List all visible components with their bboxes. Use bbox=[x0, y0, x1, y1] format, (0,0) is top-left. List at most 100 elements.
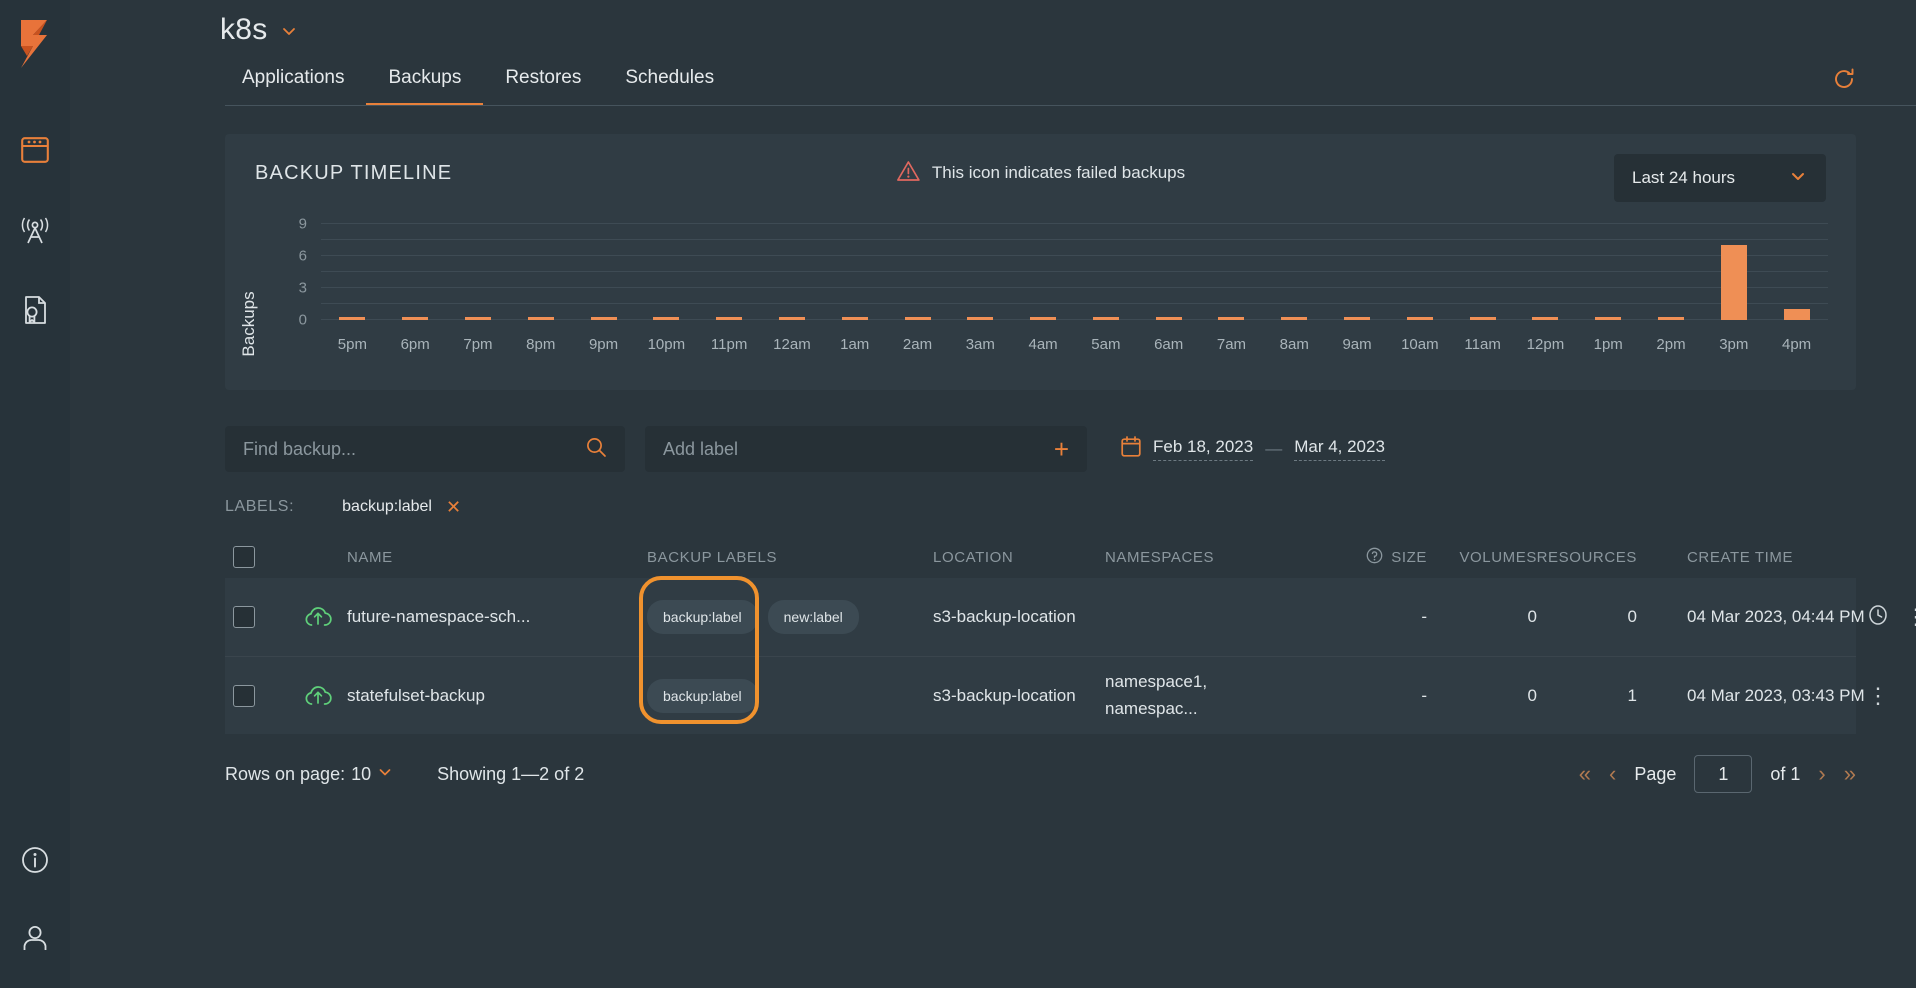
chart-bar[interactable] bbox=[1218, 317, 1244, 320]
chart-bar[interactable] bbox=[1344, 317, 1370, 320]
col-header-resources[interactable]: RESOURCES bbox=[1537, 549, 1637, 566]
sidebar-item-account[interactable] bbox=[13, 920, 57, 960]
tab-applications[interactable]: Applications bbox=[220, 67, 366, 106]
chart-bar[interactable] bbox=[1784, 309, 1810, 320]
rows-on-page-label: Rows on page: bbox=[225, 764, 345, 785]
chart-x-tick: 11am bbox=[1464, 336, 1500, 353]
info-circle-icon bbox=[20, 845, 50, 880]
chart-plot-area: 03695pm6pm7pm8pm9pm10pm11pm12am1am2am3am… bbox=[321, 224, 1828, 320]
kebab-menu-icon[interactable]: ⋮ bbox=[1867, 689, 1889, 702]
col-header-backup-labels[interactable]: BACKUP LABELS bbox=[647, 549, 933, 566]
tabs-bar: Applications Backups Restores Schedules bbox=[70, 52, 1916, 106]
backup-label-chip[interactable]: backup:label bbox=[647, 679, 758, 713]
chart-bar[interactable] bbox=[402, 317, 428, 320]
rows-on-page-select[interactable]: Rows on page: 10 bbox=[225, 764, 393, 785]
chart-bar[interactable] bbox=[842, 317, 868, 320]
chart-x-tick: 3pm bbox=[1719, 336, 1748, 353]
row-checkbox[interactable] bbox=[233, 606, 255, 628]
chart-bar[interactable] bbox=[591, 317, 617, 320]
chart-bar[interactable] bbox=[779, 317, 805, 320]
tab-schedules[interactable]: Schedules bbox=[603, 67, 736, 106]
add-label-box[interactable]: + bbox=[645, 426, 1087, 472]
sidebar-item-info[interactable] bbox=[13, 842, 57, 882]
row-select-cell bbox=[233, 685, 303, 707]
chart-bar[interactable] bbox=[653, 317, 679, 320]
date-range-picker[interactable]: Feb 18, 2023 — Mar 4, 2023 bbox=[1121, 436, 1385, 462]
date-to[interactable]: Mar 4, 2023 bbox=[1294, 437, 1385, 461]
search-input[interactable] bbox=[243, 439, 585, 460]
chart-x-tick: 4pm bbox=[1782, 336, 1811, 353]
chart-y-tick: 9 bbox=[299, 216, 307, 233]
chevron-left-icon[interactable]: ‹ bbox=[1609, 763, 1616, 785]
chart-bar[interactable] bbox=[465, 317, 491, 320]
chart-x-tick: 8pm bbox=[526, 336, 555, 353]
tab-restores[interactable]: Restores bbox=[483, 67, 603, 106]
chart-bar[interactable] bbox=[1658, 317, 1684, 320]
backup-label-chip[interactable]: new:label bbox=[768, 600, 859, 634]
tabs-divider bbox=[225, 105, 1916, 106]
col-header-namespaces[interactable]: NAMESPACES bbox=[1105, 549, 1317, 566]
table-row[interactable]: future-namespace-sch... backup:label new… bbox=[225, 578, 1856, 656]
chart-bar[interactable] bbox=[528, 317, 554, 320]
col-header-location[interactable]: LOCATION bbox=[933, 549, 1105, 566]
time-range-select[interactable]: Last 24 hours bbox=[1614, 154, 1826, 202]
refresh-icon[interactable] bbox=[1832, 67, 1856, 96]
chart-bar[interactable] bbox=[1030, 317, 1056, 320]
chevron-down-icon[interactable] bbox=[280, 22, 296, 38]
cloud-upload-icon bbox=[303, 604, 347, 630]
close-icon[interactable]: ✕ bbox=[446, 498, 461, 516]
chart-bar[interactable] bbox=[1595, 317, 1621, 320]
page-number-input[interactable] bbox=[1694, 755, 1752, 793]
tab-backups[interactable]: Backups bbox=[366, 67, 483, 106]
calendar-icon[interactable] bbox=[1121, 436, 1141, 462]
chart-bar[interactable] bbox=[1721, 245, 1747, 320]
main-content: k8s Applications Backups Restores Schedu… bbox=[70, 0, 1916, 988]
sidebar-item-reports[interactable] bbox=[13, 292, 57, 332]
kebab-menu-icon[interactable]: ⋮ bbox=[1905, 610, 1916, 623]
double-chevron-left-icon[interactable]: « bbox=[1579, 763, 1591, 785]
row-resources: 1 bbox=[1537, 686, 1637, 706]
sidebar-item-policies[interactable] bbox=[13, 212, 57, 252]
date-from[interactable]: Feb 18, 2023 bbox=[1153, 437, 1253, 461]
double-chevron-right-icon[interactable]: » bbox=[1844, 763, 1856, 785]
table-row[interactable]: statefulset-backup backup:label s3-backu… bbox=[225, 656, 1856, 734]
chart-bar[interactable] bbox=[1532, 317, 1558, 320]
clock-icon[interactable] bbox=[1867, 604, 1889, 631]
page-title: k8s bbox=[220, 13, 268, 47]
plus-icon[interactable]: + bbox=[1054, 436, 1069, 462]
backup-label-chip[interactable]: backup:label bbox=[647, 600, 758, 634]
chart-bar[interactable] bbox=[1281, 317, 1307, 320]
chart-bar[interactable] bbox=[1156, 317, 1182, 320]
col-header-size[interactable]: SIZE bbox=[1317, 547, 1427, 568]
col-header-create-time[interactable]: CREATE TIME bbox=[1637, 549, 1867, 566]
chart-bar[interactable] bbox=[339, 317, 365, 320]
add-label-input[interactable] bbox=[663, 439, 1044, 460]
row-volumes: 0 bbox=[1427, 686, 1537, 706]
col-header-size-label: SIZE bbox=[1391, 549, 1427, 566]
kasten-logo[interactable] bbox=[13, 16, 57, 72]
row-size: - bbox=[1317, 607, 1427, 627]
active-label-chip: backup:label ✕ bbox=[342, 498, 461, 516]
question-circle-icon[interactable] bbox=[1366, 547, 1383, 568]
sidebar-item-applications[interactable] bbox=[13, 132, 57, 172]
chart-bar[interactable] bbox=[716, 317, 742, 320]
page-total-label: of 1 bbox=[1770, 764, 1800, 785]
col-header-volumes[interactable]: VOLUMES bbox=[1427, 549, 1537, 566]
select-all-checkbox[interactable] bbox=[233, 546, 255, 568]
row-checkbox[interactable] bbox=[233, 685, 255, 707]
search-icon[interactable] bbox=[585, 436, 607, 463]
chevron-down-icon bbox=[377, 764, 393, 785]
col-header-name[interactable]: NAME bbox=[347, 549, 647, 566]
chart-bar[interactable] bbox=[1093, 317, 1119, 320]
row-actions: ⋮ bbox=[1867, 689, 1903, 702]
chart-bar[interactable] bbox=[967, 317, 993, 320]
chart-x-tick: 9pm bbox=[589, 336, 618, 353]
chart-bar[interactable] bbox=[1407, 317, 1433, 320]
chart-bar[interactable] bbox=[905, 317, 931, 320]
chart-x-tick: 5pm bbox=[338, 336, 367, 353]
chart-bar[interactable] bbox=[1470, 317, 1496, 320]
chevron-right-icon[interactable]: › bbox=[1818, 763, 1825, 785]
sidebar bbox=[0, 0, 70, 988]
chart-gridline bbox=[321, 287, 1828, 288]
search-backup-box[interactable] bbox=[225, 426, 625, 472]
